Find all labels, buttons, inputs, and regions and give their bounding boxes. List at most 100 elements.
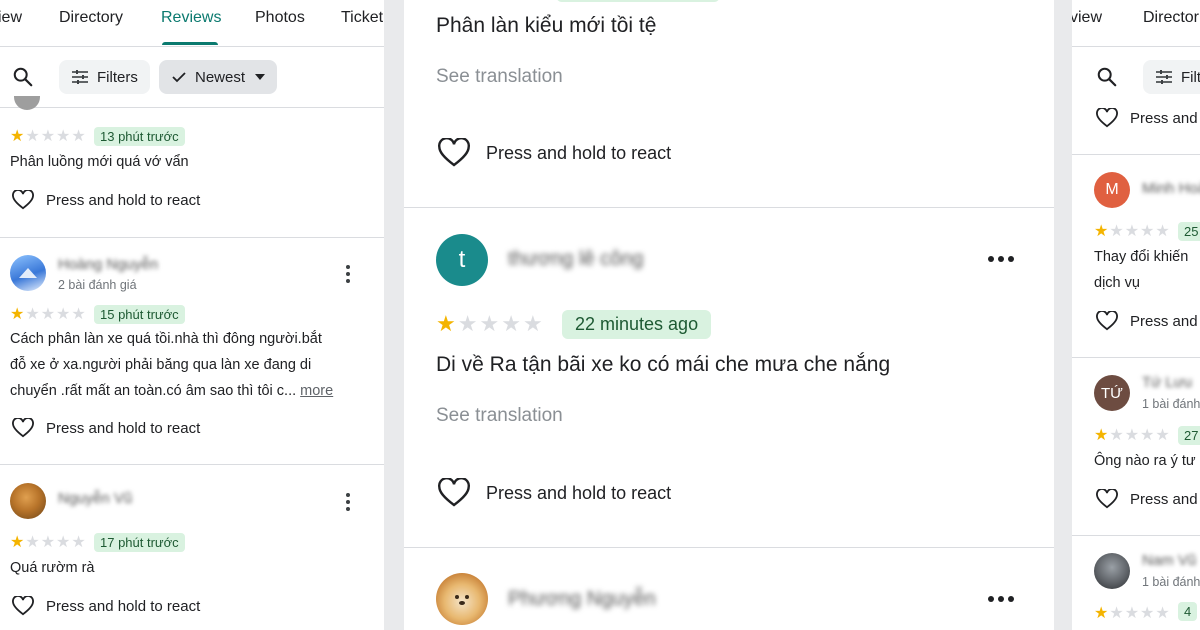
badge-partial <box>556 0 720 2</box>
review-time-badge: 17 phút trước <box>94 533 185 552</box>
react-label: Press and hold to react <box>46 191 201 209</box>
heart-icon <box>438 478 470 507</box>
rating-stars: ★ ★ ★ ★ ★ <box>10 535 86 551</box>
search-icon[interactable] <box>12 66 34 88</box>
react-button[interactable]: Press and hold to react <box>438 138 671 168</box>
more-vert-icon[interactable] <box>346 493 350 511</box>
avatar[interactable] <box>1094 553 1130 589</box>
avatar[interactable] <box>10 483 46 519</box>
reviewer-review-count: 2 bài đánh giá <box>58 278 137 292</box>
react-label: Press and hold to react <box>46 419 201 437</box>
more-horiz-icon[interactable] <box>988 596 1014 602</box>
heart-icon <box>12 596 34 616</box>
reviewer-name[interactable]: Minh Hoàng <box>1142 180 1200 197</box>
rating-stars: ★ ★ ★ ★ ★ <box>10 129 86 145</box>
filters-label: Filte <box>1181 68 1200 86</box>
reviewer-name[interactable]: Phương Nguyễn <box>508 588 656 611</box>
review-divider <box>404 207 1054 208</box>
filters-button[interactable]: Filte <box>1143 60 1200 94</box>
heart-icon <box>1096 311 1118 331</box>
filters-button[interactable]: Filters <box>59 60 150 94</box>
avatar[interactable]: TỨ <box>1094 375 1130 411</box>
reviewer-name[interactable]: Hoàng Nguyễn <box>58 256 158 273</box>
react-button[interactable]: Press and <box>1096 489 1198 509</box>
rating-stars: ★ ★ ★ ★ ★ <box>1094 224 1170 240</box>
caret-down-icon <box>255 74 266 80</box>
star-icon: ★ <box>1155 223 1170 240</box>
see-translation-link[interactable]: See translation <box>436 405 563 427</box>
reviewer-review-count: 1 bài đánh <box>1142 397 1200 411</box>
tab-reviews-indicator <box>162 42 218 45</box>
review-time-badge: 4 <box>1178 602 1198 621</box>
tabs-divider <box>0 46 384 47</box>
react-button[interactable]: Press and hold to react <box>12 190 200 210</box>
react-button[interactable]: Press and hold to react <box>12 596 200 616</box>
review-text: Phân làn kiểu mới tồi tệ <box>436 14 657 37</box>
reviewer-name[interactable]: Tứ Lưu <box>1142 374 1192 391</box>
review-divider <box>1072 154 1200 155</box>
review-text-line: đỗ xe ở xa.người phải băng qua làn xe đa… <box>10 357 312 373</box>
avatar[interactable]: M <box>1094 172 1130 208</box>
rating-stars: ★ ★ ★ ★ ★ <box>1094 428 1170 444</box>
star-icon: ★ <box>56 128 71 145</box>
star-icon: ★ <box>436 311 456 336</box>
star-icon: ★ <box>1109 427 1124 444</box>
star-icon: ★ <box>10 306 25 323</box>
star-icon: ★ <box>1109 605 1124 622</box>
tab-tickets[interactable]: Ticket <box>341 9 383 27</box>
star-icon: ★ <box>501 311 521 336</box>
star-icon: ★ <box>25 306 40 323</box>
star-icon: ★ <box>56 534 71 551</box>
tab-directory[interactable]: Directory <box>59 9 123 27</box>
rating-stars: ★ ★ ★ ★ ★ <box>436 313 543 335</box>
review-text-line: Thay đổi khiến <box>1094 249 1189 265</box>
react-button[interactable]: Press and <box>1096 108 1198 128</box>
review-divider <box>1072 535 1200 536</box>
review-time-badge: 15 phút trước <box>94 305 185 324</box>
rating-stars: ★ ★ ★ ★ ★ <box>1094 606 1170 622</box>
react-button[interactable]: Press and hold to react <box>438 478 671 508</box>
reviewer-name[interactable]: Nam Vũ <box>1142 552 1196 569</box>
avatar-letter: t <box>458 246 466 273</box>
see-translation-link[interactable]: See translation <box>436 66 563 88</box>
react-button[interactable]: Press and hold to react <box>12 418 200 438</box>
tab-overview[interactable]: view <box>1072 9 1102 27</box>
react-label: Press and <box>1130 312 1198 330</box>
star-icon: ★ <box>1109 223 1124 240</box>
review-text-line: Cách phân làn xe quá tồi.nhà thì đông ng… <box>10 331 322 347</box>
star-icon: ★ <box>56 306 71 323</box>
star-icon: ★ <box>10 534 25 551</box>
tab-reviews[interactable]: Reviews <box>161 9 221 27</box>
star-icon: ★ <box>1094 427 1109 444</box>
review-divider <box>0 237 384 238</box>
review-text: Quá rườm rà <box>10 560 95 576</box>
left-reviews-panel: iew Directory Reviews Photos Ticket Filt… <box>0 0 384 630</box>
tabs-divider <box>1072 46 1200 47</box>
sort-newest-button[interactable]: Newest <box>159 60 278 94</box>
heart-icon <box>1096 489 1118 509</box>
star-icon: ★ <box>1094 223 1109 240</box>
review-divider <box>0 464 384 465</box>
avatar-image <box>455 595 469 605</box>
tab-directory[interactable]: Director <box>1143 9 1199 27</box>
star-icon: ★ <box>40 534 56 551</box>
search-icon[interactable] <box>1096 66 1118 88</box>
heart-icon <box>438 138 470 167</box>
sort-newest-label: Newest <box>195 68 246 86</box>
review-time-badge: 13 phút trước <box>94 127 185 146</box>
tab-overview[interactable]: iew <box>0 9 22 27</box>
avatar[interactable] <box>10 255 46 291</box>
react-button[interactable]: Press and <box>1096 311 1198 331</box>
avatar[interactable] <box>436 573 488 625</box>
reviewer-name[interactable]: Nguyễn Vũ <box>58 490 132 507</box>
more-link[interactable]: more <box>300 383 333 399</box>
review-time-badge: 25 <box>1178 222 1200 241</box>
avatar[interactable]: t <box>436 234 488 286</box>
heart-icon <box>1096 108 1118 128</box>
more-horiz-icon[interactable] <box>988 256 1014 262</box>
review-time-badge: 27 <box>1178 426 1200 445</box>
tab-photos[interactable]: Photos <box>255 9 305 27</box>
reviewer-name[interactable]: thương lê công <box>508 248 643 271</box>
more-vert-icon[interactable] <box>346 265 350 283</box>
star-icon: ★ <box>522 311 543 336</box>
